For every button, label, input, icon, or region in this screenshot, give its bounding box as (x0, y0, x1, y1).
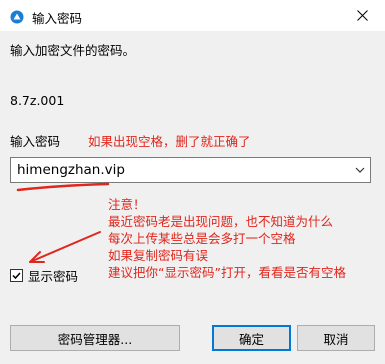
close-button[interactable] (339, 0, 385, 31)
annotation-note-line: 建议把你“显示密码”打开，看看是否有空格 (108, 265, 346, 280)
password-input[interactable]: himengzhan.vip (17, 162, 125, 178)
underline-stroke (16, 182, 110, 192)
show-password-checkbox[interactable] (10, 269, 23, 282)
ok-button[interactable]: 确定 (212, 325, 291, 351)
dialog-prompt: 输入加密文件的密码。 (10, 43, 136, 58)
cancel-button[interactable]: 取消 (297, 325, 375, 351)
annotation-note-line: 如果复制密码有误 (108, 248, 209, 263)
show-password-label: 显示密码 (28, 269, 79, 284)
checkmark-icon (12, 272, 21, 280)
annotation-note-line: 注意！ (108, 197, 146, 212)
title-bar: 输入密码 (0, 0, 385, 31)
annotation-note: 注意！ 最近密码老是出现问题，也不知道为什么 每次上传某些总是会多打一个空格 如… (108, 196, 346, 281)
password-label: 输入密码 (10, 134, 61, 149)
chevron-down-icon[interactable] (355, 166, 365, 174)
window-title: 输入密码 (32, 11, 83, 26)
annotation-hint: 如果出现空格，删了就正确了 (88, 134, 251, 149)
keepass-app-icon (10, 9, 24, 24)
password-dialog: 输入密码 输入加密文件的密码。 8.7z.001 输入密码 如果出现空格，删了就… (0, 0, 385, 364)
show-password-row[interactable]: 显示密码 (10, 266, 78, 285)
password-manager-button[interactable]: 密码管理器... (10, 325, 180, 351)
password-combobox[interactable]: himengzhan.vip (10, 157, 371, 183)
arrow-shaft (29, 231, 101, 263)
annotation-note-line: 每次上传某些总是会多打一个空格 (108, 231, 296, 246)
arrow-head (29, 251, 45, 263)
annotation-note-line: 最近密码老是出现问题，也不知道为什么 (108, 214, 334, 229)
close-icon (356, 10, 368, 21)
archive-filename: 8.7z.001 (10, 93, 65, 108)
